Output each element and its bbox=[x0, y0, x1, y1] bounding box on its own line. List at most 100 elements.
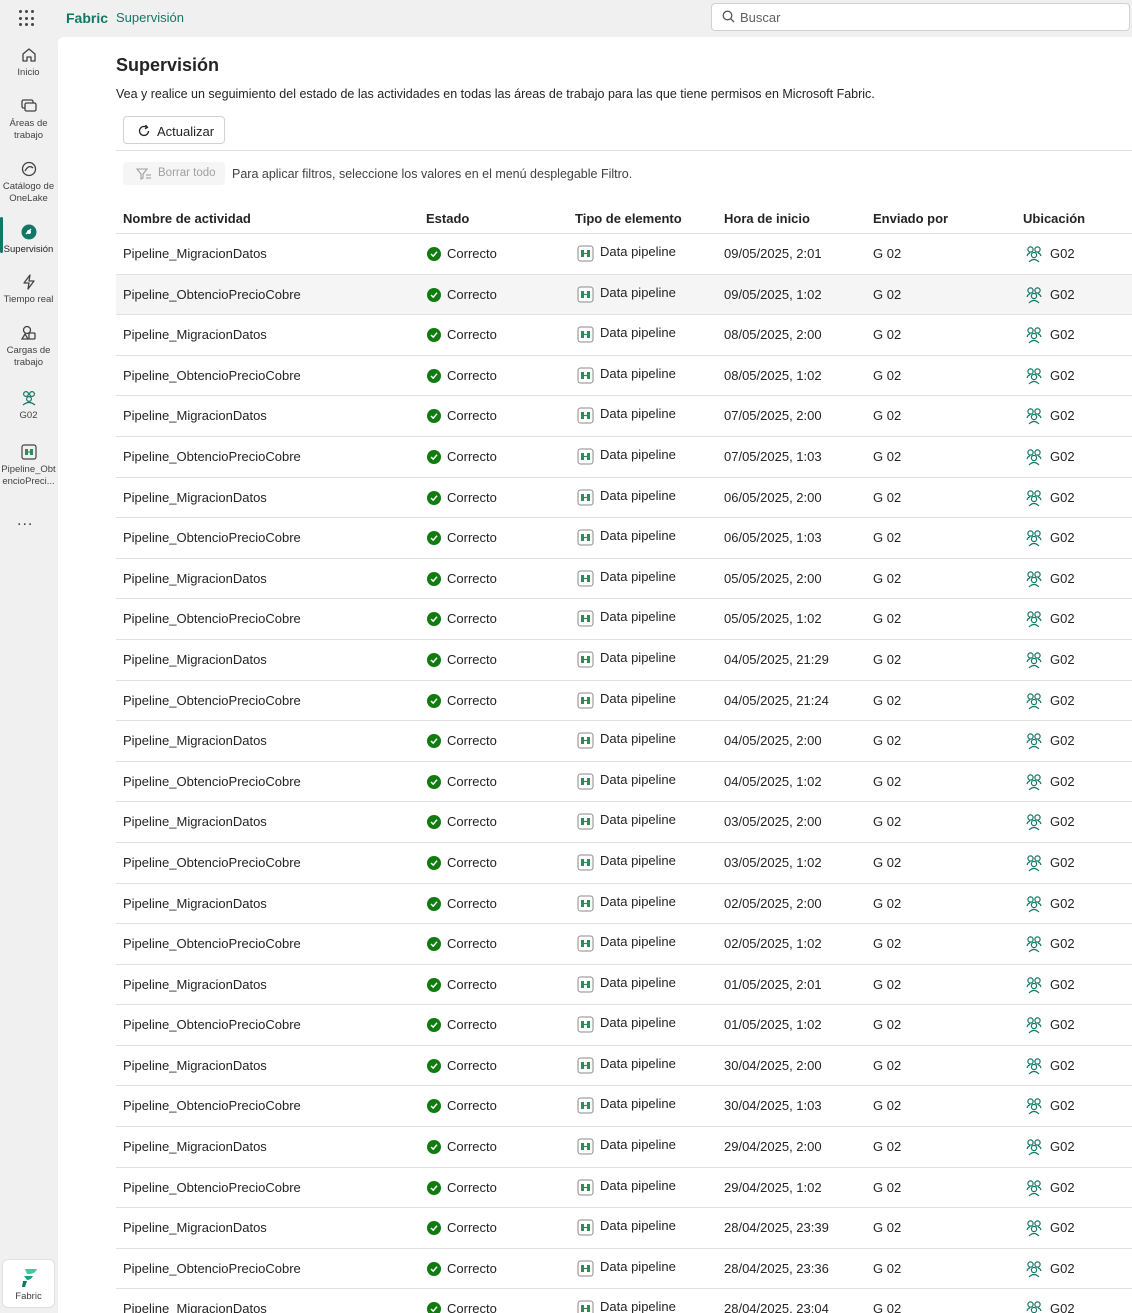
location-link[interactable]: G02 bbox=[1050, 855, 1075, 870]
column-header-item-type[interactable]: Tipo de elemento bbox=[575, 211, 682, 226]
breadcrumb[interactable]: Supervisión bbox=[116, 10, 184, 25]
activity-name[interactable]: Pipeline_ObtencioPrecioCobre bbox=[123, 530, 301, 545]
column-header-start-time[interactable]: Hora de inicio bbox=[724, 211, 810, 226]
location-link[interactable]: G02 bbox=[1050, 408, 1075, 423]
activity-name[interactable]: Pipeline_MigracionDatos bbox=[123, 1220, 267, 1235]
table-row[interactable]: Pipeline_MigracionDatos Correcto Data pipe… bbox=[116, 640, 1132, 681]
location-link[interactable]: G02 bbox=[1050, 652, 1075, 667]
table-row[interactable]: Pipeline_MigracionDatos Correcto Data pipe… bbox=[116, 396, 1132, 437]
activity-name[interactable]: Pipeline_ObtencioPrecioCobre bbox=[123, 1180, 301, 1195]
activity-name[interactable]: Pipeline_ObtencioPrecioCobre bbox=[123, 1017, 301, 1032]
activity-name[interactable]: Pipeline_MigracionDatos bbox=[123, 896, 267, 911]
activity-name[interactable]: Pipeline_ObtencioPrecioCobre bbox=[123, 855, 301, 870]
location-link[interactable]: G02 bbox=[1050, 814, 1075, 829]
activity-name[interactable]: Pipeline_MigracionDatos bbox=[123, 977, 267, 992]
column-header-activity-name[interactable]: Nombre de actividad bbox=[123, 211, 251, 226]
location-link[interactable]: G02 bbox=[1050, 327, 1075, 342]
location-link[interactable]: G02 bbox=[1050, 774, 1075, 789]
activity-name[interactable]: Pipeline_ObtencioPrecioCobre bbox=[123, 1098, 301, 1113]
location-link[interactable]: G02 bbox=[1050, 1301, 1075, 1313]
table-row[interactable]: Pipeline_MigracionDatos Correcto Data pipe… bbox=[116, 1046, 1132, 1087]
table-row[interactable]: Pipeline_MigracionDatos Correcto Data pipe… bbox=[116, 1289, 1132, 1313]
location-link[interactable]: G02 bbox=[1050, 530, 1075, 545]
location-link[interactable]: G02 bbox=[1050, 611, 1075, 626]
activity-name[interactable]: Pipeline_MigracionDatos bbox=[123, 652, 267, 667]
clear-all-button[interactable]: Borrar todo bbox=[123, 162, 225, 185]
table-row[interactable]: Pipeline_ObtencioPrecioCobre Correcto Data… bbox=[116, 1005, 1132, 1046]
location-link[interactable]: G02 bbox=[1050, 1261, 1075, 1276]
activity-name[interactable]: Pipeline_ObtencioPrecioCobre bbox=[123, 936, 301, 951]
table-row[interactable]: Pipeline_ObtencioPrecioCobre Correcto Data… bbox=[116, 437, 1132, 478]
search-input[interactable] bbox=[740, 8, 1110, 27]
activity-name[interactable]: Pipeline_MigracionDatos bbox=[123, 1058, 267, 1073]
activity-name[interactable]: Pipeline_MigracionDatos bbox=[123, 490, 267, 505]
table-row[interactable]: Pipeline_ObtencioPrecioCobre Correcto Data… bbox=[116, 599, 1132, 640]
activity-name[interactable]: Pipeline_ObtencioPrecioCobre bbox=[123, 449, 301, 464]
app-launcher-icon[interactable] bbox=[19, 10, 36, 27]
location-link[interactable]: G02 bbox=[1050, 287, 1075, 302]
rail-item-areas-de-trabajo[interactable]: Áreas de trabajo bbox=[0, 97, 57, 142]
table-row[interactable]: Pipeline_MigracionDatos Correcto Data pipe… bbox=[116, 559, 1132, 600]
activity-name[interactable]: Pipeline_MigracionDatos bbox=[123, 1301, 267, 1313]
column-header-submitted-by[interactable]: Enviado por bbox=[873, 211, 948, 226]
activity-name[interactable]: Pipeline_ObtencioPrecioCobre bbox=[123, 693, 301, 708]
table-row[interactable]: Pipeline_ObtencioPrecioCobre Correcto Data… bbox=[116, 1086, 1132, 1128]
location-link[interactable]: G02 bbox=[1050, 368, 1075, 383]
location-link[interactable]: G02 bbox=[1050, 449, 1075, 464]
location-link[interactable]: G02 bbox=[1050, 1098, 1075, 1113]
table-row[interactable]: Pipeline_ObtencioPrecioCobre Correcto Data… bbox=[116, 681, 1132, 722]
column-header-status[interactable]: Estado bbox=[426, 211, 469, 226]
location-link[interactable]: G02 bbox=[1050, 936, 1075, 951]
activity-name[interactable]: Pipeline_MigracionDatos bbox=[123, 1139, 267, 1154]
rail-item-cargas-de-trabajo[interactable]: Cargas de trabajo bbox=[0, 324, 57, 369]
location-link[interactable]: G02 bbox=[1050, 571, 1075, 586]
location-link[interactable]: G02 bbox=[1050, 490, 1075, 505]
location-link[interactable]: G02 bbox=[1050, 977, 1075, 992]
activity-name[interactable]: Pipeline_ObtencioPrecioCobre bbox=[123, 611, 301, 626]
location-link[interactable]: G02 bbox=[1050, 1180, 1075, 1195]
location-link[interactable]: G02 bbox=[1050, 693, 1075, 708]
rail-item-g02[interactable]: G02 bbox=[0, 389, 57, 422]
table-row[interactable]: Pipeline_ObtencioPrecioCobre Correcto Data… bbox=[116, 762, 1132, 803]
location-link[interactable]: G02 bbox=[1050, 246, 1075, 261]
rail-item-tiempo-real[interactable]: Tiempo real bbox=[0, 273, 57, 306]
table-row[interactable]: Pipeline_MigracionDatos Correcto Data pipe… bbox=[116, 1127, 1132, 1168]
location-link[interactable]: G02 bbox=[1050, 733, 1075, 748]
table-row[interactable]: Pipeline_ObtencioPrecioCobre Correcto Data… bbox=[116, 924, 1132, 965]
brand-name[interactable]: Fabric bbox=[66, 10, 108, 26]
activity-name[interactable]: Pipeline_MigracionDatos bbox=[123, 571, 267, 586]
table-row[interactable]: Pipeline_ObtencioPrecioCobre Correcto Data… bbox=[116, 843, 1132, 884]
table-row[interactable]: Pipeline_MigracionDatos Correcto Data pipe… bbox=[116, 1208, 1132, 1249]
activity-name[interactable]: Pipeline_ObtencioPrecioCobre bbox=[123, 1261, 301, 1276]
rail-item-pipeline[interactable]: Pipeline_Obt encioPreci... bbox=[0, 443, 57, 488]
location-link[interactable]: G02 bbox=[1050, 896, 1075, 911]
table-row[interactable]: Pipeline_ObtencioPrecioCobre Correcto Data… bbox=[116, 518, 1132, 559]
search-box[interactable] bbox=[711, 3, 1130, 31]
activity-name[interactable]: Pipeline_MigracionDatos bbox=[123, 733, 267, 748]
activity-name[interactable]: Pipeline_ObtencioPrecioCobre bbox=[123, 287, 301, 302]
table-row[interactable]: Pipeline_MigracionDatos Correcto Data pipe… bbox=[116, 478, 1132, 519]
activity-name[interactable]: Pipeline_MigracionDatos bbox=[123, 408, 267, 423]
activity-name[interactable]: Pipeline_MigracionDatos bbox=[123, 327, 267, 342]
more-icon[interactable]: ... bbox=[17, 512, 33, 530]
table-row[interactable]: Pipeline_MigracionDatos Correcto Data pipe… bbox=[116, 721, 1132, 762]
rail-item-catalogo-onelake[interactable]: Catálogo de OneLake bbox=[0, 160, 57, 205]
location-link[interactable]: G02 bbox=[1050, 1220, 1075, 1235]
location-link[interactable]: G02 bbox=[1050, 1058, 1075, 1073]
location-link[interactable]: G02 bbox=[1050, 1139, 1075, 1154]
column-header-location[interactable]: Ubicación bbox=[1023, 211, 1085, 226]
table-row[interactable]: Pipeline_MigracionDatos Correcto Data pipe… bbox=[116, 315, 1132, 356]
rail-item-inicio[interactable]: Inicio bbox=[0, 46, 57, 79]
table-row[interactable]: Pipeline_MigracionDatos Correcto Data pipe… bbox=[116, 884, 1132, 925]
activity-name[interactable]: Pipeline_ObtencioPrecioCobre bbox=[123, 368, 301, 383]
rail-item-supervision[interactable]: Supervisión bbox=[0, 223, 57, 256]
table-row[interactable]: Pipeline_MigracionDatos Correcto Data pipe… bbox=[116, 234, 1132, 275]
location-link[interactable]: G02 bbox=[1050, 1017, 1075, 1032]
table-row[interactable]: Pipeline_ObtencioPrecioCobre Correcto Data… bbox=[116, 274, 1132, 316]
fabric-experience-switcher[interactable]: Fabric bbox=[2, 1259, 55, 1308]
activity-name[interactable]: Pipeline_ObtencioPrecioCobre bbox=[123, 774, 301, 789]
refresh-button[interactable]: Actualizar bbox=[123, 116, 225, 144]
table-row[interactable]: Pipeline_ObtencioPrecioCobre Correcto Data… bbox=[116, 1249, 1132, 1290]
table-row[interactable]: Pipeline_ObtencioPrecioCobre Correcto Data… bbox=[116, 356, 1132, 397]
table-row[interactable]: Pipeline_MigracionDatos Correcto Data pipe… bbox=[116, 802, 1132, 843]
